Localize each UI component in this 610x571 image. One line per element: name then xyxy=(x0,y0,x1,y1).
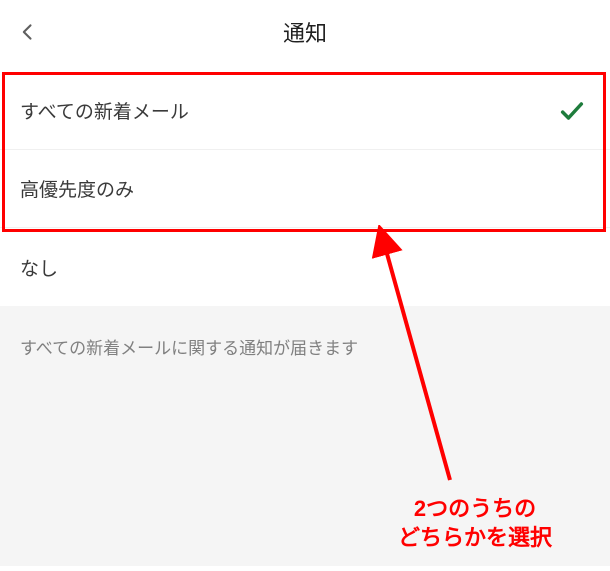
option-label: なし xyxy=(20,254,58,281)
option-label: 高優先度のみ xyxy=(20,175,134,202)
option-label: すべての新着メール xyxy=(20,97,189,124)
check-icon xyxy=(558,97,586,125)
page-title: 通知 xyxy=(283,16,327,48)
option-none[interactable]: なし xyxy=(0,228,610,306)
footer-note: すべての新着メールに関する通知が届きます xyxy=(20,334,590,359)
option-high-priority-only[interactable]: 高優先度のみ xyxy=(0,150,610,228)
header: 通知 xyxy=(0,0,610,64)
footer-area: すべての新着メールに関する通知が届きます xyxy=(0,306,610,566)
option-all-new-mail[interactable]: すべての新着メール xyxy=(0,72,610,150)
back-icon[interactable] xyxy=(16,20,40,44)
option-list: すべての新着メール 高優先度のみ なし xyxy=(0,72,610,306)
